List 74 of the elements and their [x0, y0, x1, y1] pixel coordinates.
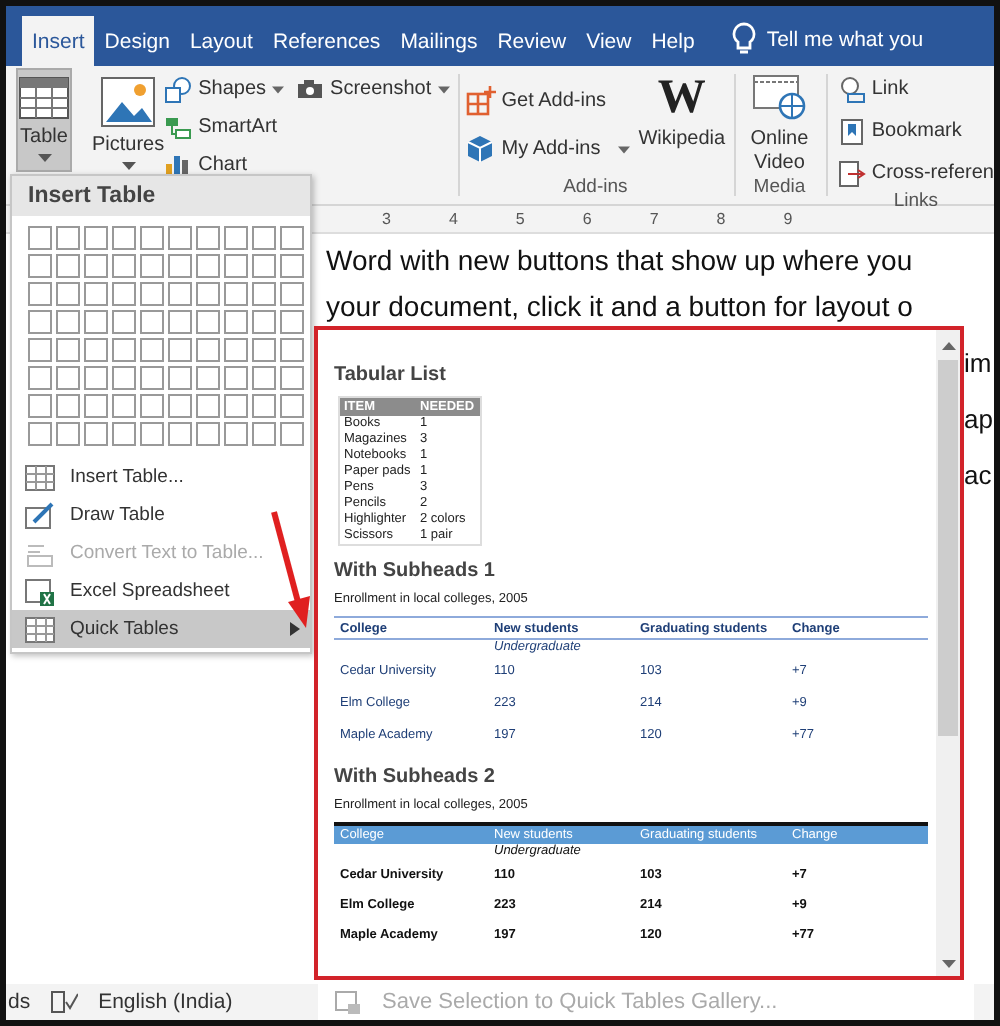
ribbon-tab[interactable]: Insert	[22, 16, 95, 66]
caret-icon	[618, 145, 631, 153]
ribbon-button[interactable]: Get Add-ins	[465, 84, 631, 118]
proofing-icon[interactable]	[50, 990, 79, 1014]
caret-icon	[272, 85, 285, 93]
smartart-icon	[164, 113, 193, 141]
add-ins-icon	[465, 86, 496, 116]
lightbulb-icon	[732, 22, 757, 54]
online-video-button[interactable]: Online Video	[741, 66, 818, 176]
ruler-number: 7	[649, 210, 659, 228]
wikipedia-button[interactable]: W Wikipedia	[638, 66, 726, 176]
document-text: ac	[964, 460, 994, 492]
document-text: Word with new buttons that show up where you	[326, 242, 915, 278]
group-label: Add-ins	[563, 176, 628, 202]
section-heading: With Subheads 2	[334, 766, 495, 788]
word-count[interactable]: ds	[8, 990, 31, 1014]
video-icon	[751, 74, 808, 122]
table-icon	[24, 463, 56, 491]
camera-icon	[296, 78, 325, 100]
spreadsheet-icon	[24, 577, 56, 605]
screenshot-button[interactable]: Screenshot	[296, 72, 450, 106]
caret-icon	[121, 162, 136, 170]
scrollbar[interactable]	[936, 330, 960, 976]
section-heading: With Subheads 1	[334, 560, 495, 582]
group-label: Media	[753, 176, 806, 202]
ribbon-button[interactable]: Link	[837, 72, 994, 106]
table-icon	[24, 615, 56, 643]
bookmark-icon	[837, 117, 866, 145]
ruler-number: 4	[448, 210, 458, 228]
menu-item[interactable]: Quick Tables	[12, 610, 310, 648]
table-icon	[18, 76, 70, 120]
ribbon-button[interactable]: Shapes	[164, 72, 285, 106]
ribbon-button[interactable]: My Add-ins	[465, 132, 631, 166]
link-icon	[837, 75, 866, 103]
ribbon-button[interactable]: Cross-referen	[837, 156, 994, 190]
ribbon-tab[interactable]: References	[262, 16, 391, 66]
ribbon-tab[interactable]: Help	[641, 16, 705, 66]
submenu-arrow-icon	[290, 622, 300, 636]
ribbon-tab[interactable]: Layout	[179, 16, 263, 66]
ruler-number: 8	[716, 210, 726, 228]
ribbon-tab[interactable]: Mailings	[390, 16, 488, 66]
group-label: Links	[893, 190, 938, 216]
caret-icon	[437, 85, 450, 93]
menu-item[interactable]: Insert Table...	[12, 458, 310, 496]
ruler-number: 6	[582, 210, 592, 228]
section-heading: Tabular List	[334, 364, 446, 386]
wikipedia-logo: W	[657, 74, 706, 122]
ruler-number: 3	[382, 210, 391, 228]
menu-item[interactable]: Draw Table	[12, 496, 310, 534]
pencil-table-icon	[24, 501, 56, 529]
ruler-number: 5	[515, 210, 525, 228]
annotation-arrow	[268, 510, 312, 630]
document-text: ap	[964, 404, 994, 436]
menu-title: Insert Table	[12, 176, 310, 216]
language-indicator[interactable]: English (India)	[98, 990, 233, 1014]
cube-icon	[465, 134, 496, 164]
document-text: your document, click it and a button for layout o	[326, 288, 915, 324]
table-button[interactable]: Table	[16, 68, 72, 172]
scroll-down-icon[interactable]	[941, 960, 955, 968]
cross-reference-icon	[837, 159, 866, 187]
scroll-up-icon[interactable]	[941, 342, 955, 350]
document-text: im	[964, 348, 994, 380]
ribbon-button[interactable]: SmartArt	[164, 110, 285, 144]
shapes-icon	[164, 75, 193, 103]
caret-icon	[37, 154, 51, 162]
ribbon-tab[interactable]: Design	[94, 16, 180, 66]
ribbon-button[interactable]: Bookmark	[837, 114, 994, 148]
ribbon-tab[interactable]: View	[576, 16, 642, 66]
ribbon-tab[interactable]: Review	[487, 16, 577, 66]
save-table-icon	[334, 989, 362, 1015]
picture-icon	[100, 76, 157, 128]
tell-me-search[interactable]: Tell me what you	[766, 28, 924, 66]
convert-icon	[24, 539, 56, 567]
ruler-number: 9	[783, 210, 793, 228]
